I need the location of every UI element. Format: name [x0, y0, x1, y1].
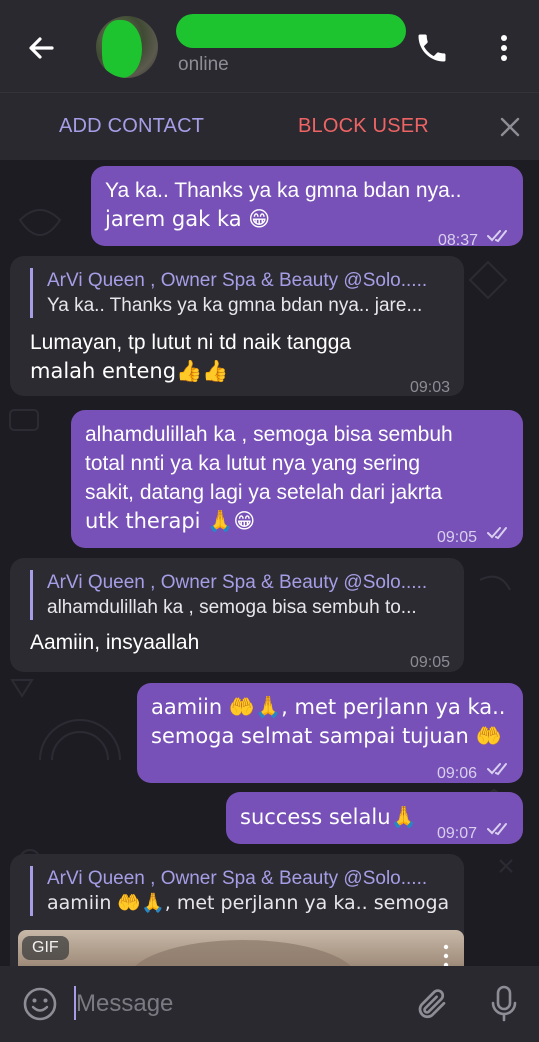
message-input[interactable]: [76, 984, 396, 1024]
reply-quote[interactable]: ArVi Queen , Owner Spa & Beauty @Solo...…: [30, 570, 450, 620]
message-incoming[interactable]: ArVi Queen , Owner Spa & Beauty @Solo...…: [10, 256, 464, 396]
block-user-button[interactable]: BLOCK USER: [298, 115, 429, 138]
emoji-smile-icon: [23, 987, 57, 1021]
message-text: Ya ka.. Thanks ya ka gmna bdan nya.. jar…: [105, 179, 462, 231]
message-time: 09:05: [437, 529, 478, 546]
microphone-icon: [491, 985, 517, 1022]
reply-quote[interactable]: ArVi Queen , Owner Spa & Beauty @Solo...…: [30, 866, 450, 916]
paperclip-icon: [418, 989, 446, 1019]
more-menu-button[interactable]: [492, 30, 516, 66]
message-text: Lumayan, tp lutut ni td naik tangga mala…: [30, 331, 352, 383]
more-vertical-icon: [501, 35, 507, 61]
gif-badge: GIF: [22, 936, 69, 960]
message-text: aamiin 🤲🙏, met perjlann ya ka.. semoga s…: [151, 695, 506, 748]
contact-name-redaction[interactable]: [176, 14, 406, 48]
attach-button[interactable]: [414, 986, 450, 1022]
message-text: success selalu🙏: [240, 805, 417, 829]
message-outgoing[interactable]: alhamdulillah ka , semoga bisa sembuh to…: [71, 410, 523, 548]
message-time: 09:05: [410, 654, 451, 671]
back-button[interactable]: [22, 28, 62, 68]
message-text: alhamdulillah ka , semoga bisa sembuh to…: [85, 423, 453, 533]
message-time: 09:03: [410, 379, 451, 396]
message-outgoing[interactable]: Ya ka.. Thanks ya ka gmna bdan nya.. jar…: [91, 166, 523, 249]
message-time: 09:06: [437, 765, 478, 782]
reply-author: ArVi Queen , Owner Spa & Beauty @Solo...…: [47, 572, 428, 593]
message-incoming[interactable]: ArVi Queen , Owner Spa & Beauty @Solo...…: [10, 854, 464, 966]
message-time: 09:07: [437, 825, 478, 842]
reply-preview: aamiin 🤲🙏, met perjlann ya ka.. semoga..…: [47, 892, 450, 914]
contact-status: online: [178, 54, 229, 75]
message-outgoing[interactable]: aamiin 🤲🙏, met perjlann ya ka.. semoga s…: [137, 683, 523, 783]
call-button[interactable]: [414, 30, 450, 66]
double-check-icon: [487, 527, 507, 540]
arrow-left-icon: [29, 37, 54, 59]
chat-header: online: [0, 0, 539, 92]
message-text: Aamiin, insyaallah: [30, 631, 200, 654]
reply-preview: alhamdulillah ka , semoga bisa sembuh to…: [47, 597, 417, 618]
chat-area[interactable]: Ya ka.. Thanks ya ka gmna bdan nya.. jar…: [0, 160, 539, 966]
avatar-redaction: [102, 20, 142, 78]
message-incoming[interactable]: ArVi Queen , Owner Spa & Beauty @Solo...…: [10, 558, 464, 672]
close-icon: [500, 117, 520, 137]
message-outgoing[interactable]: success selalu🙏 09:07: [226, 792, 523, 844]
contact-action-bar: ADD CONTACT BLOCK USER: [0, 92, 539, 160]
add-contact-button[interactable]: ADD CONTACT: [59, 115, 204, 138]
emoji-button[interactable]: [22, 986, 58, 1022]
reply-quote[interactable]: ArVi Queen , Owner Spa & Beauty @Solo...…: [30, 268, 450, 318]
double-check-icon: [487, 763, 507, 776]
message-input-bar: [0, 966, 539, 1042]
close-action-bar-button[interactable]: [498, 115, 522, 139]
reply-author: ArVi Queen , Owner Spa & Beauty @Solo...…: [47, 868, 428, 889]
double-check-icon: [487, 230, 507, 243]
more-vertical-icon[interactable]: [442, 944, 450, 966]
reply-author: ArVi Queen , Owner Spa & Beauty @Solo...…: [47, 270, 428, 291]
gif-thumbnail-shape: [128, 940, 358, 966]
double-check-icon: [487, 823, 507, 836]
avatar[interactable]: [96, 16, 158, 78]
gif-media[interactable]: GIF: [18, 930, 464, 966]
voice-record-button[interactable]: [488, 984, 520, 1024]
phone-icon: [418, 34, 446, 62]
reply-preview: Ya ka.. Thanks ya ka gmna bdan nya.. jar…: [47, 295, 423, 316]
message-time: 08:37: [438, 232, 479, 249]
